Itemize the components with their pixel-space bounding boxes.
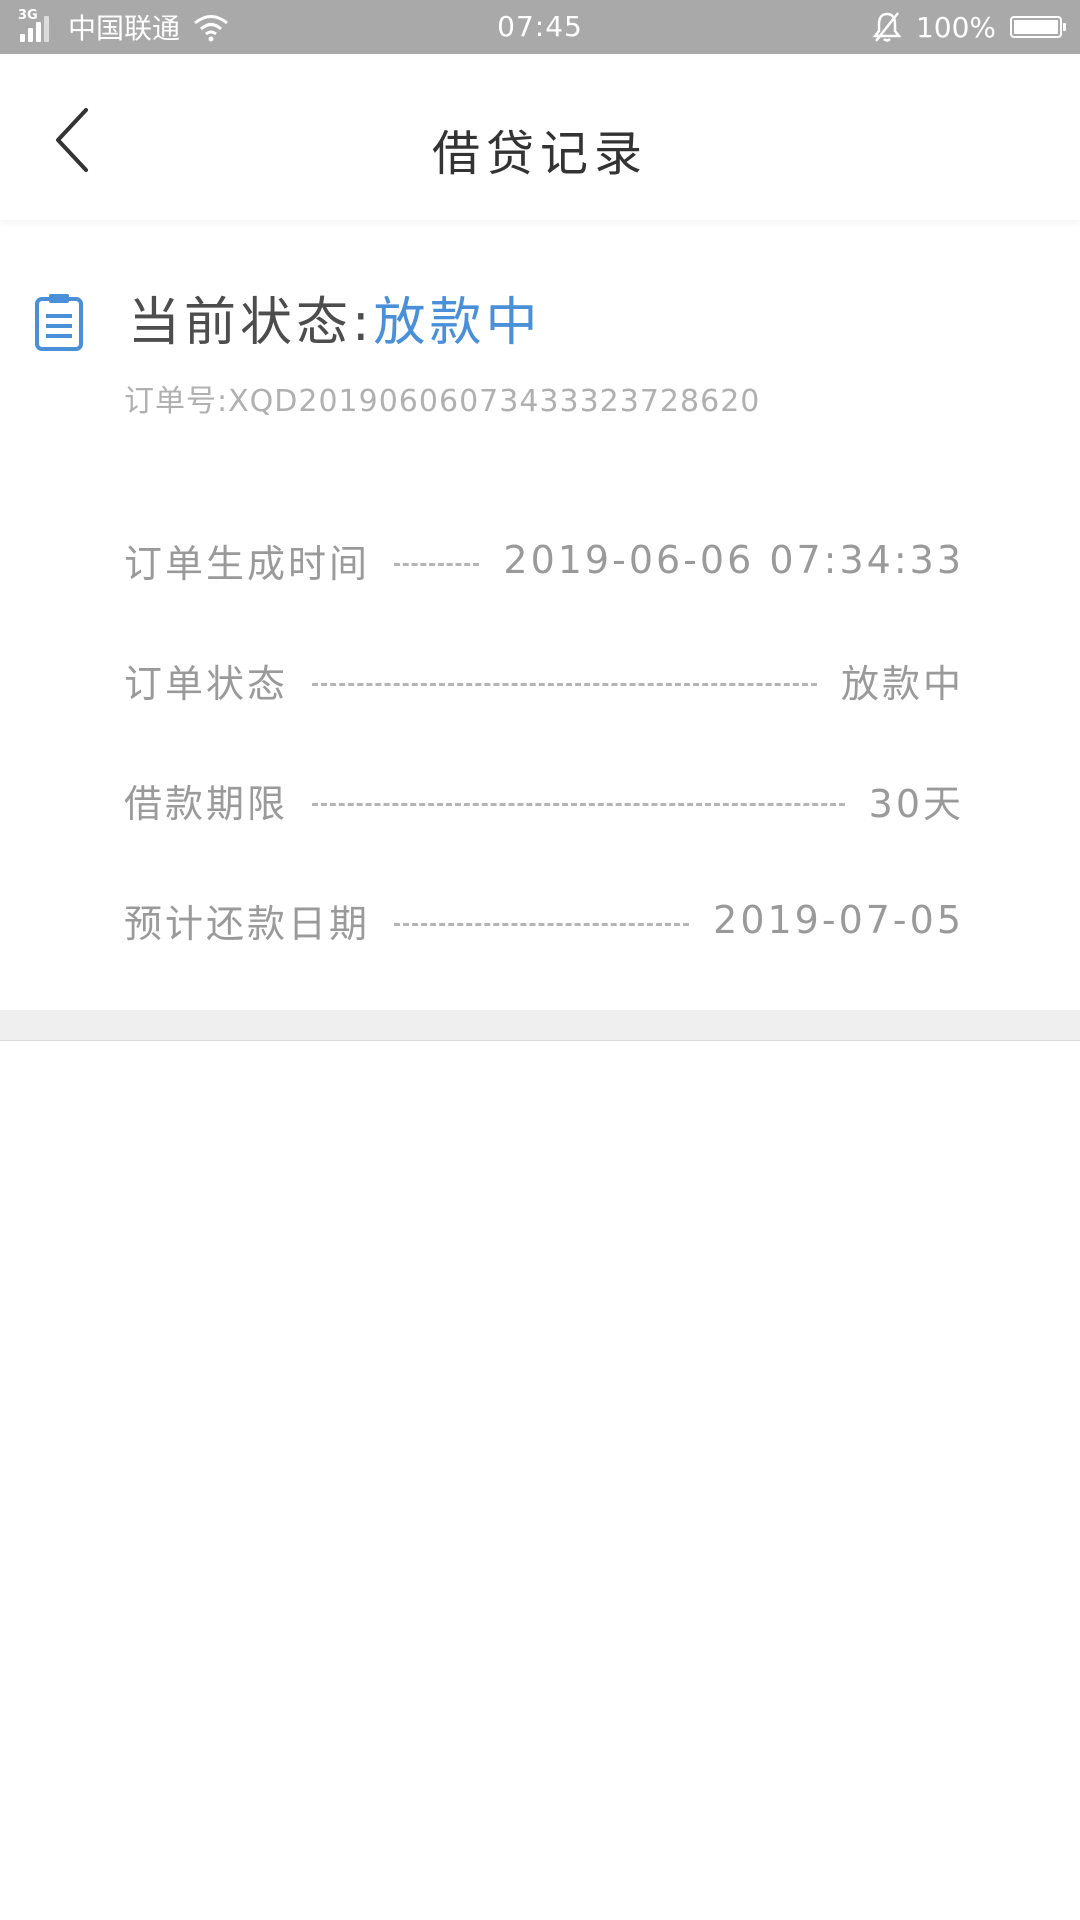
order-number: 订单号:XQD20190606073433323728620 [124, 384, 761, 419]
clipboard-icon [35, 294, 83, 351]
detail-value: 30天 [868, 781, 964, 826]
dashed-separator [394, 922, 690, 926]
battery-percent: 100% [915, 10, 996, 44]
current-status: 当前状态:放款中 [128, 280, 542, 355]
detail-value: 放款中 [840, 661, 964, 706]
current-status-label: 当前状态: [128, 293, 374, 353]
dashed-separator [394, 562, 480, 566]
bell-muted-icon [872, 12, 902, 42]
detail-label: 订单状态 [124, 661, 289, 706]
detail-label: 订单生成时间 [124, 541, 371, 586]
detail-value: 2019-07-05 [713, 898, 964, 942]
detail-row-order-status: 订单状态 放款中 [124, 620, 964, 740]
detail-label: 预计还款日期 [124, 901, 371, 946]
app-header: 借贷记录 [0, 54, 1080, 220]
dashed-separator [312, 682, 817, 686]
status-right: 100% [872, 0, 1066, 54]
detail-row-loan-term: 借款期限 30天 [124, 740, 964, 860]
battery-fill [1014, 20, 1058, 34]
battery-icon [1010, 16, 1066, 38]
order-details: 订单生成时间 2019-06-06 07:34:33 订单状态 放款中 借款期限… [124, 500, 964, 980]
status-bar: 3G 中国联通 07:45 100% [0, 0, 1080, 54]
detail-label: 借款期限 [124, 781, 289, 826]
section-divider [0, 1010, 1080, 1041]
detail-value: 2019-06-06 07:34:33 [503, 538, 964, 582]
page-title: 借贷记录 [431, 126, 648, 182]
current-status-value: 放款中 [373, 293, 542, 353]
detail-row-repayment-date: 预计还款日期 2019-07-05 [124, 860, 964, 980]
dashed-separator [312, 802, 845, 806]
detail-row-created-time: 订单生成时间 2019-06-06 07:34:33 [124, 500, 964, 620]
